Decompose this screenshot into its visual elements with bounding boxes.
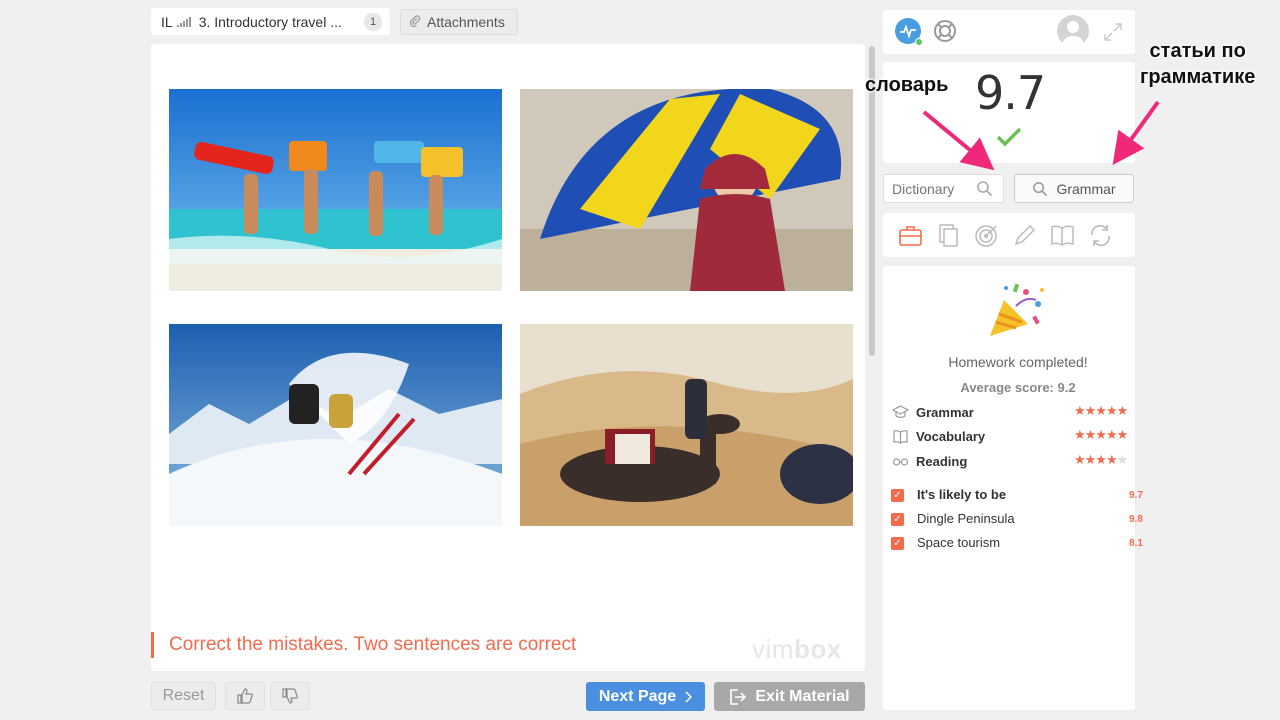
tools-bar: [883, 213, 1135, 257]
graduation-cap-icon: [892, 405, 909, 419]
grammar-button[interactable]: Grammar: [1014, 174, 1134, 203]
task-score: 9.8: [1129, 514, 1143, 525]
skill-row-vocabulary: Vocabulary ★★★★★: [892, 427, 1144, 447]
attachments-tab[interactable]: Attachments: [400, 9, 518, 35]
homework-status: Homework completed!: [948, 354, 1088, 370]
task-row[interactable]: ✓ Space tourism 8.1: [891, 534, 1143, 554]
party-popper-icon: [990, 283, 1044, 336]
signal-icon: [176, 16, 191, 27]
thumbs-down-icon: [282, 688, 298, 704]
grammar-annotation: статьи по грамматике: [1140, 38, 1255, 90]
watermark-bold: box: [793, 634, 842, 664]
avatar[interactable]: [1057, 15, 1089, 47]
dislike-button[interactable]: [270, 682, 310, 710]
task-row[interactable]: ✓ It's likely to be 9.7: [891, 486, 1143, 506]
search-icon: [1033, 181, 1048, 196]
beach-photo: [169, 89, 502, 291]
paperclip-icon: [409, 14, 421, 30]
thumbs-up-icon: [237, 688, 253, 704]
lifebuoy-icon[interactable]: [933, 19, 957, 43]
task-row[interactable]: ✓ Dingle Peninsula 9.8: [891, 510, 1143, 530]
dictionary-annotation: словарь: [865, 74, 949, 96]
checkbox-checked-icon: ✓: [891, 489, 904, 502]
pen-icon[interactable]: [1012, 223, 1037, 248]
vimbox-watermark: vimbox: [752, 634, 842, 665]
like-button[interactable]: [225, 682, 265, 710]
briefcase-icon[interactable]: [898, 223, 923, 248]
checkbox-checked-icon: ✓: [891, 513, 904, 526]
refresh-icon[interactable]: [1088, 223, 1113, 248]
exit-icon: [730, 688, 747, 705]
task-label: It's likely to be: [917, 487, 1007, 502]
online-status-dot: [915, 38, 923, 46]
expand-icon[interactable]: [1103, 22, 1123, 42]
star-rating: ★★★★★: [1074, 427, 1128, 442]
average-score: Average score: 9.2: [960, 380, 1076, 395]
task-score: 8.1: [1129, 538, 1143, 549]
target-icon[interactable]: [974, 223, 999, 248]
copy-pages-icon[interactable]: [936, 223, 961, 248]
book-icon: [893, 430, 908, 444]
task-score: 9.7: [1129, 490, 1143, 501]
task-label: Dingle Peninsula: [917, 511, 1015, 526]
umbrella-girl-photo: [520, 89, 853, 291]
grammar-annotation-line2: грамматике: [1140, 66, 1256, 88]
skill-row-reading: Reading ★★★★★: [892, 452, 1144, 472]
chevron-right-icon: [685, 690, 693, 703]
glasses-icon: [892, 458, 909, 466]
lesson-title: 3. Introductory travel ...: [198, 13, 342, 30]
star-rating: ★★★★★: [1074, 452, 1128, 467]
grammar-annotation-line1: статьи по: [1149, 40, 1246, 62]
skill-label: Grammar: [916, 405, 974, 420]
lesson-count-badge: 1: [364, 12, 382, 31]
search-icon[interactable]: [976, 180, 993, 197]
next-page-label: Next Page: [598, 687, 677, 705]
skill-label: Vocabulary: [916, 429, 986, 444]
grammar-label: Grammar: [1056, 180, 1116, 197]
skill-row-grammar: Grammar ★★★★★: [892, 403, 1144, 423]
task-instruction: Correct the mistakes. Two sentences are …: [151, 632, 576, 658]
skill-label: Reading: [916, 454, 968, 469]
star-rating: ★★★★★: [1074, 403, 1128, 418]
score-value: 9.7: [975, 66, 1046, 120]
lesson-tab[interactable]: IL 3. Introductory travel ... 1: [151, 8, 390, 35]
reset-button[interactable]: Reset: [151, 682, 216, 710]
open-book-icon[interactable]: [1050, 223, 1075, 248]
desert-camel-photo: [520, 324, 853, 526]
next-page-button[interactable]: Next Page: [586, 682, 705, 711]
checkbox-checked-icon: ✓: [891, 537, 904, 550]
ski-photo: [169, 324, 502, 526]
exit-material-button[interactable]: Exit Material: [714, 682, 865, 711]
level-label: IL: [161, 13, 173, 30]
attachments-label: Attachments: [427, 14, 505, 30]
checkmark-icon: [996, 127, 1022, 147]
exit-material-label: Exit Material: [755, 687, 850, 705]
task-label: Space tourism: [917, 535, 1001, 550]
watermark-light: vim: [752, 634, 794, 664]
